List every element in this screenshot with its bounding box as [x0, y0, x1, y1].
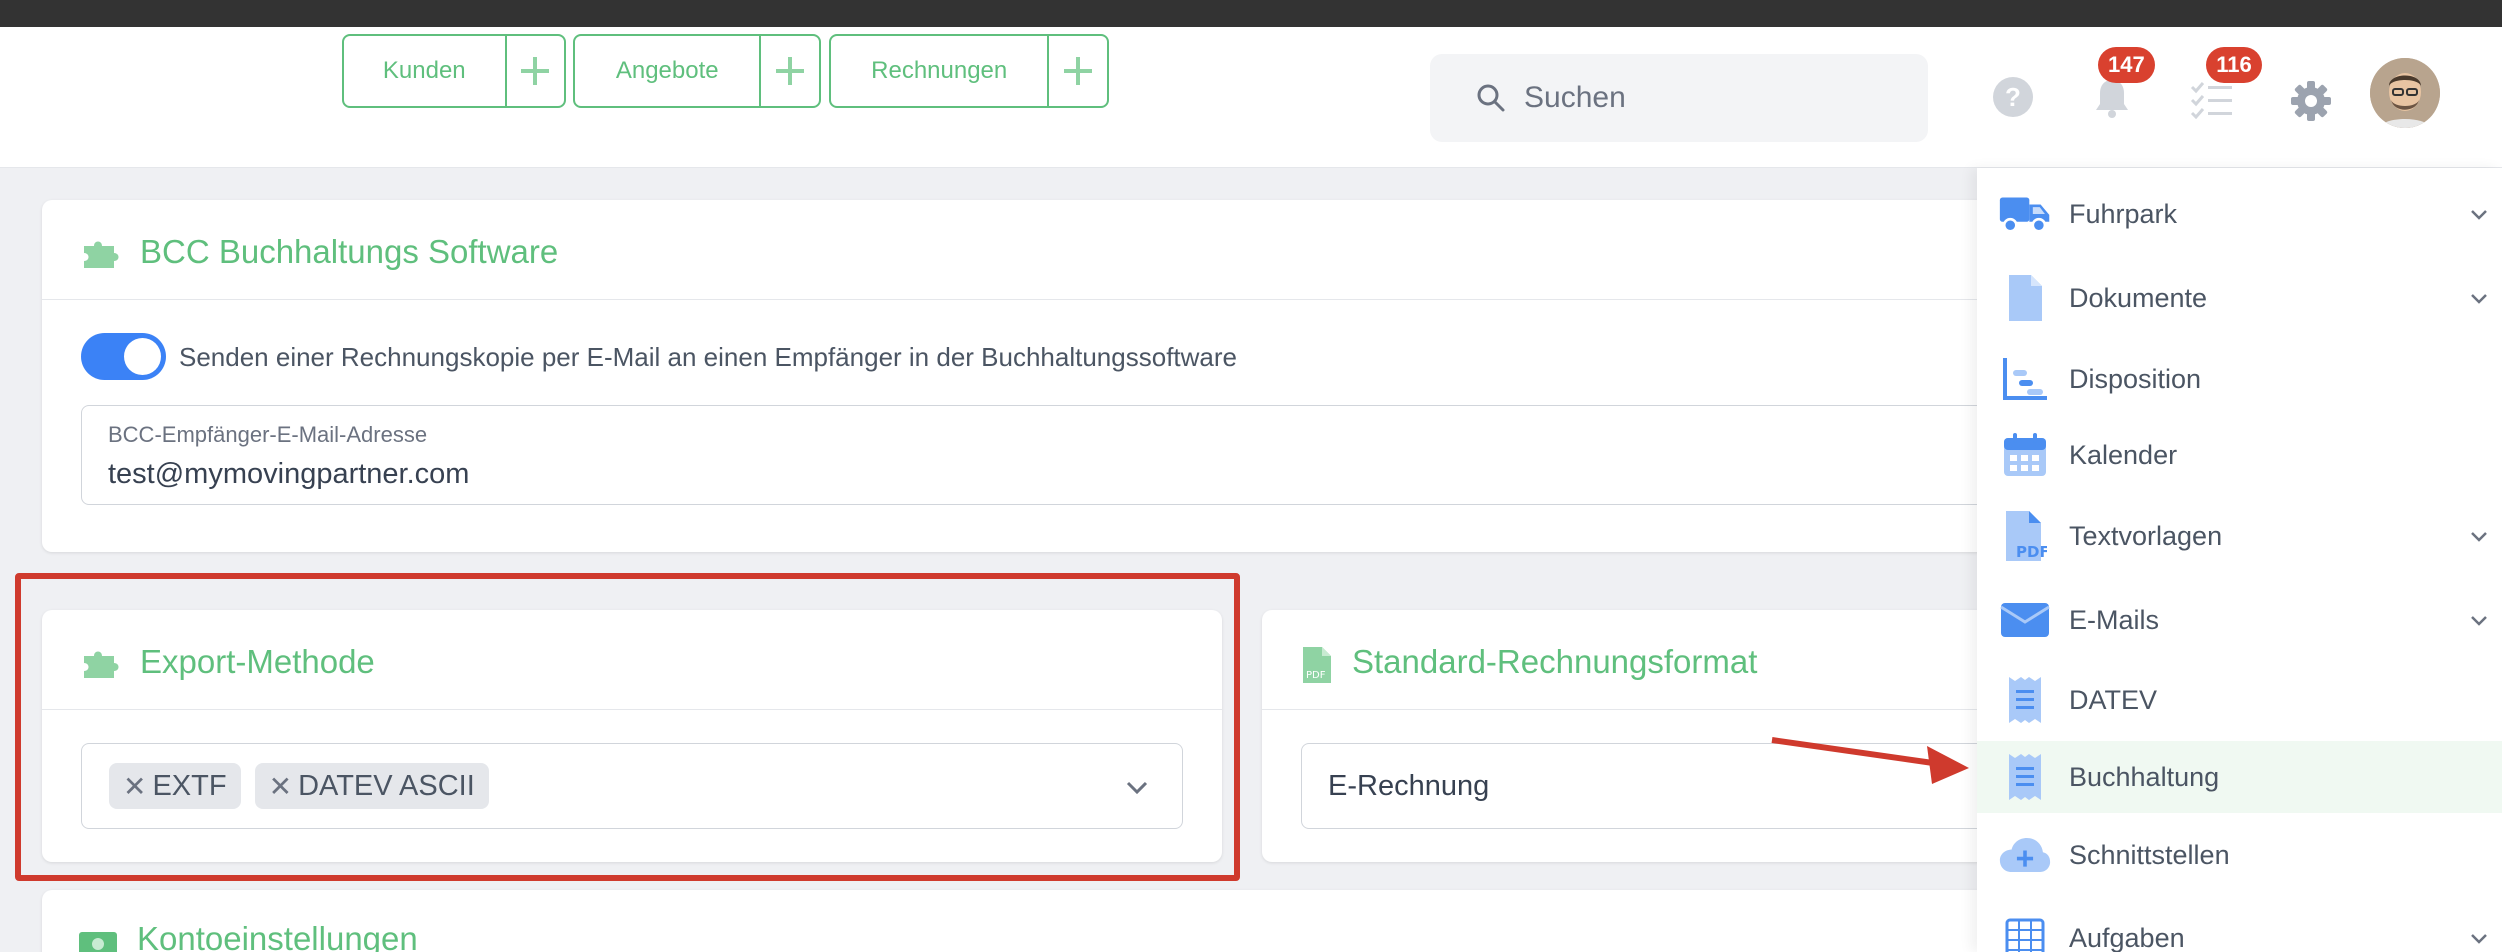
angebote-button[interactable]: Angebote	[575, 36, 759, 106]
calendar-icon	[1999, 429, 2051, 481]
bcc-email-value: test@mymovingpartner.com	[108, 458, 470, 490]
sidebar-item-fuhrpark[interactable]: Fuhrpark	[1977, 178, 2502, 250]
quick-action-rechnungen: Rechnungen	[829, 34, 1109, 108]
gantt-chart-icon	[1999, 353, 2051, 405]
add-angebot-button[interactable]	[759, 36, 819, 106]
sidebar-item-dokumente[interactable]: Dokumente	[1977, 262, 2502, 334]
sidebar-item-textvorlagen[interactable]: PDF Textvorlagen	[1977, 500, 2502, 572]
chevron-down-icon	[2471, 210, 2487, 220]
banknote-icon	[79, 932, 117, 952]
envelope-icon	[1999, 594, 2051, 646]
card-divider	[42, 709, 1222, 710]
document-icon	[1999, 272, 2051, 324]
gear-shape	[2291, 81, 2331, 121]
remove-chip-icon[interactable]: ✕	[123, 770, 146, 803]
sidebar-item-label: Fuhrpark	[2069, 198, 2178, 229]
sidebar-item-buchhaltung[interactable]: Buchhaltung	[1977, 741, 2502, 813]
bcc-toggle[interactable]	[81, 333, 166, 380]
bell-shape	[2096, 80, 2128, 118]
chevron-down-icon[interactable]	[1124, 774, 1150, 800]
avatar[interactable]	[2370, 58, 2440, 128]
puzzle-icon	[84, 241, 119, 268]
svg-text:PDF: PDF	[2016, 543, 2047, 561]
sidebar-item-label: Schnittstellen	[2069, 839, 2230, 870]
bcc-card-title: BCC Buchhaltungs Software	[140, 233, 559, 270]
plus-icon	[1064, 57, 1093, 85]
chip-label: DATEV ASCII	[298, 769, 475, 802]
search-placeholder: Suchen	[1524, 81, 1626, 114]
sidebar-item-label: Aufgaben	[2069, 922, 2185, 952]
tasks-badge: 116	[2206, 47, 2262, 83]
browser-top-bar	[0, 0, 2502, 27]
sidebar-item-schnittstellen[interactable]: Schnittstellen	[1977, 819, 2502, 891]
sidebar-item-emails[interactable]: E-Mails	[1977, 584, 2502, 656]
avatar-portrait	[2370, 58, 2440, 128]
sidebar-item-label: Dokumente	[2069, 282, 2208, 313]
export-method-select[interactable]: ✕ EXTF ✕ DATEV ASCII	[81, 743, 1183, 829]
remove-chip-icon[interactable]: ✕	[269, 770, 292, 803]
bcc-toggle-label: Senden einer Rechnungskopie per E-Mail a…	[179, 342, 1237, 372]
sidebar-item-datev[interactable]: DATEV	[1977, 664, 2502, 736]
bcc-email-label: BCC-Empfänger-E-Mail-Adresse	[108, 422, 428, 447]
notifications-badge: 147	[2098, 47, 2155, 83]
bcc-email-field[interactable]: BCC-Empfänger-E-Mail-Adresse test@mymovi…	[81, 405, 2001, 505]
sidebar-item-disposition[interactable]: Disposition	[1977, 343, 2502, 415]
card-divider	[42, 299, 1977, 300]
add-rechnung-button[interactable]	[1047, 36, 1107, 106]
sidebar-item-label: Textvorlagen	[2069, 520, 2223, 551]
invoice-format-title: Standard-Rechnungsformat	[1352, 643, 1758, 680]
receipt-icon	[1999, 674, 2051, 726]
cloud-plus-icon	[1999, 829, 2051, 881]
chevron-down-icon	[2471, 616, 2487, 626]
sidebar-item-label: E-Mails	[2069, 604, 2160, 635]
add-kunde-button[interactable]	[504, 36, 564, 106]
plus-icon	[776, 57, 805, 85]
checklist-shape	[2190, 82, 2232, 119]
quick-action-angebote: Angebote	[573, 34, 821, 108]
calendar-grid-icon	[1999, 912, 2051, 952]
svg-text:PDF: PDF	[1306, 670, 1326, 681]
invoice-format-select[interactable]: E-Rechnung	[1301, 743, 2001, 829]
chip-label: EXTF	[152, 769, 227, 802]
puzzle-icon	[84, 651, 119, 678]
account-settings-title: Kontoeinstellungen	[137, 920, 418, 952]
sidebar-item-label: Kalender	[2069, 439, 2178, 470]
tasks-icon[interactable]	[2190, 80, 2234, 120]
pdf-file-icon: PDF	[1303, 647, 1331, 683]
toggle-knob	[124, 338, 161, 375]
export-chip-extf[interactable]: ✕ EXTF	[109, 763, 241, 809]
search-input[interactable]: Suchen	[1430, 54, 1928, 142]
plus-icon	[521, 57, 550, 85]
export-chip-datev-ascii[interactable]: ✕ DATEV ASCII	[254, 763, 489, 809]
receipt-icon	[1999, 751, 2051, 803]
sidebar-item-label: Buchhaltung	[2069, 761, 2220, 792]
sidebar-menu: Fuhrpark Dokumente Disposition Kalender …	[1977, 168, 2502, 952]
search-icon	[1477, 84, 1505, 112]
chevron-down-icon	[2471, 934, 2487, 944]
rechnungen-button[interactable]: Rechnungen	[831, 36, 1047, 106]
kunden-button[interactable]: Kunden	[344, 36, 505, 106]
sidebar-item-label: DATEV	[2069, 684, 2158, 715]
quick-action-kunden: Kunden	[342, 34, 566, 108]
card-divider	[1262, 709, 1977, 710]
chevron-down-icon	[2471, 294, 2487, 304]
help-glyph: ?	[2005, 81, 2021, 112]
invoice-format-value: E-Rechnung	[1328, 769, 1490, 802]
export-method-title: Export-Methode	[140, 643, 375, 680]
sidebar-item-kalender[interactable]: Kalender	[1977, 419, 2502, 491]
sidebar-item-label: Disposition	[2069, 363, 2202, 394]
truck-icon	[1999, 188, 2051, 240]
pdf-file-icon: PDF	[1999, 510, 2051, 562]
sidebar-item-aufgaben[interactable]: Aufgaben	[1977, 902, 2502, 952]
help-icon[interactable]: ?	[1993, 77, 2033, 117]
gear-icon[interactable]	[2290, 80, 2332, 122]
chevron-down-icon	[2471, 532, 2487, 542]
